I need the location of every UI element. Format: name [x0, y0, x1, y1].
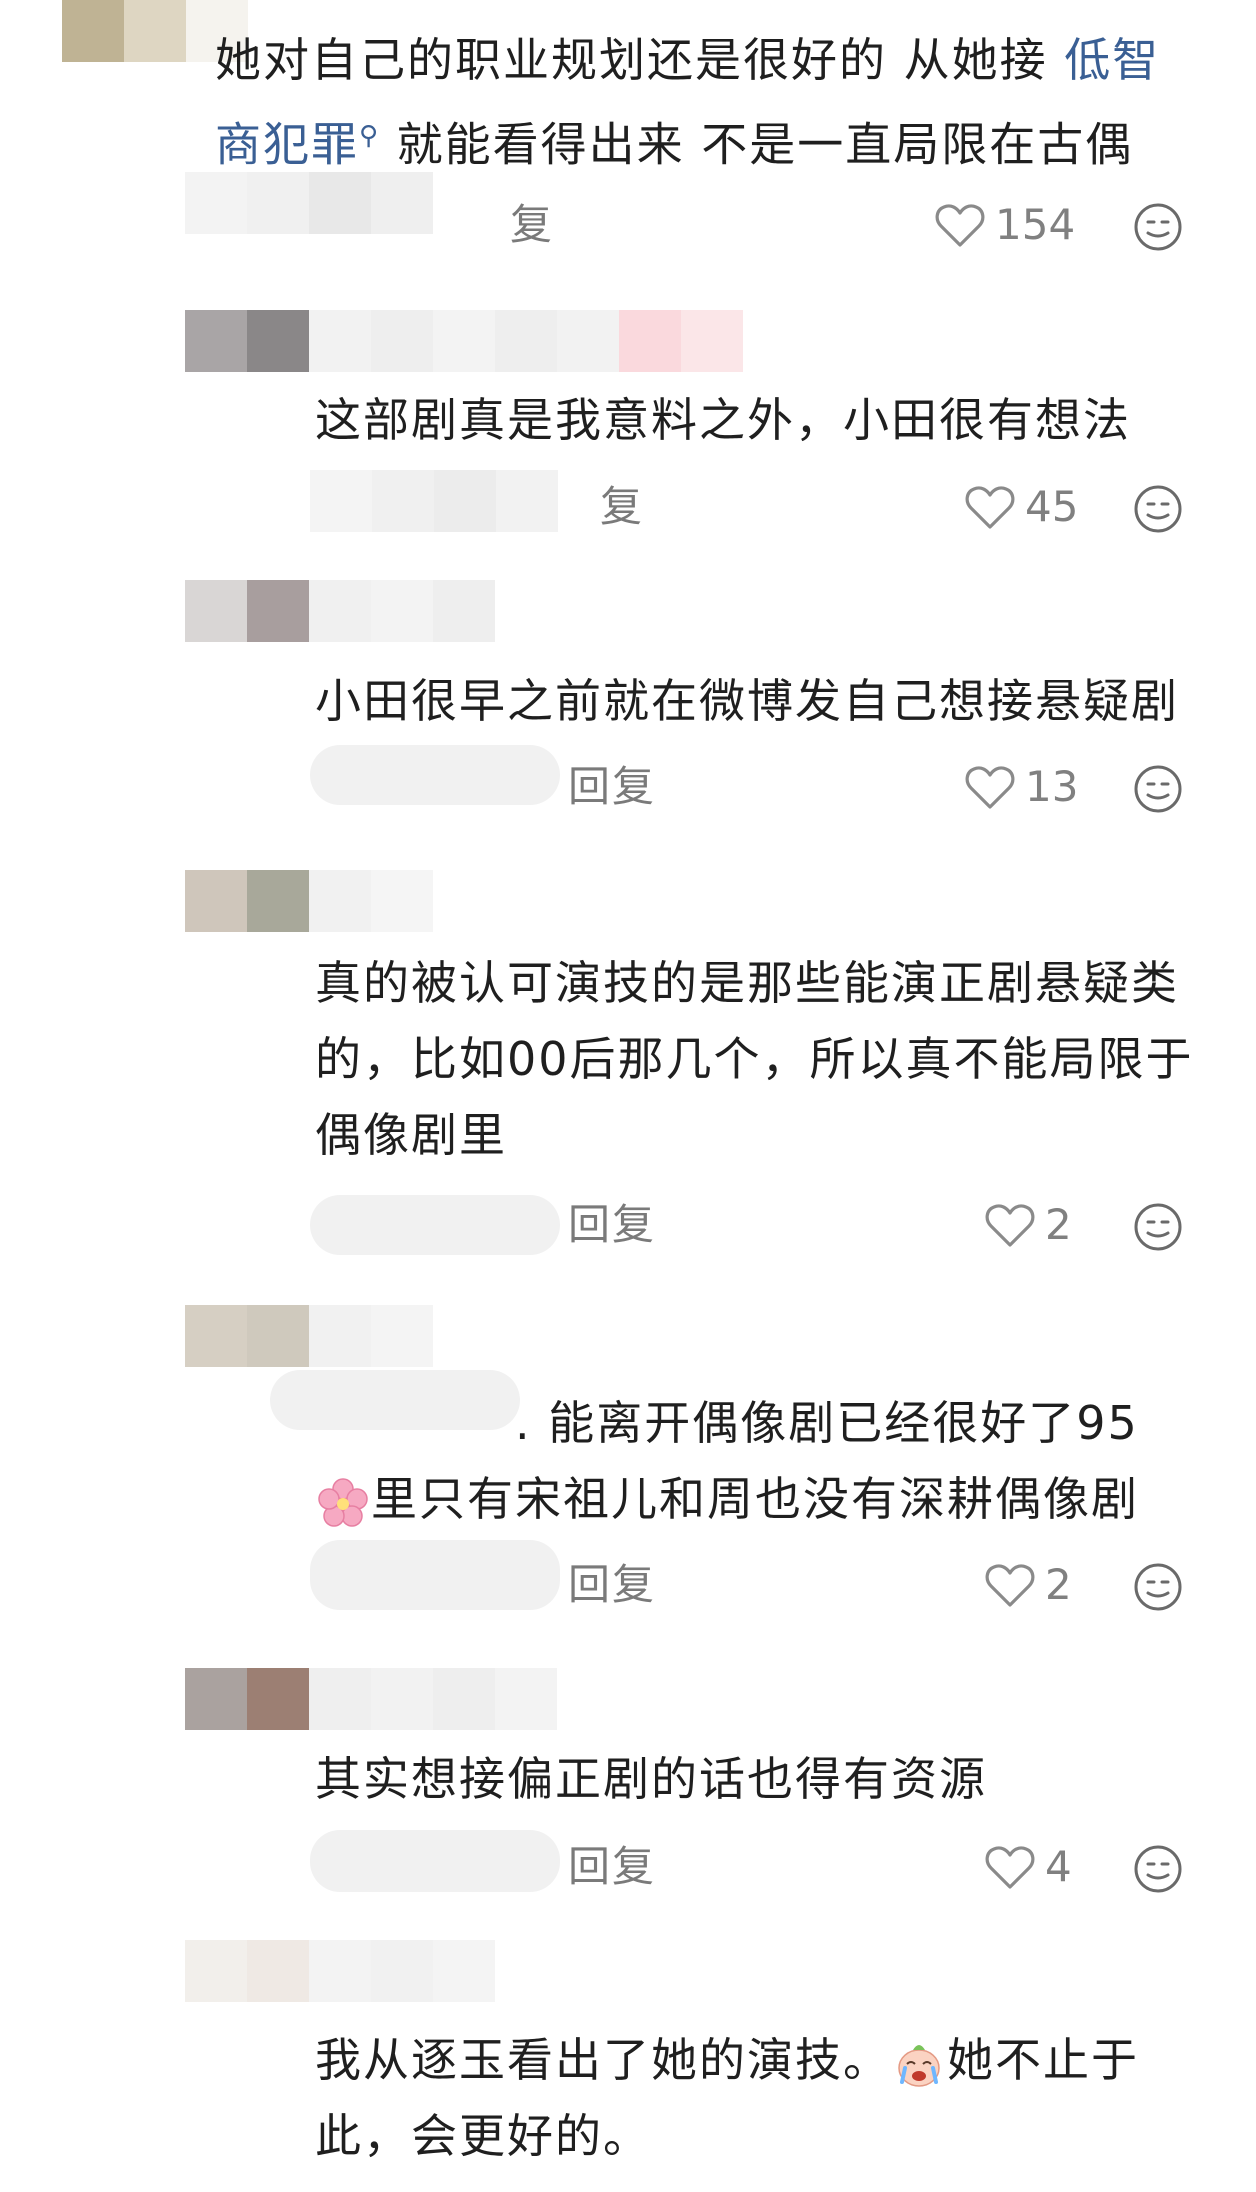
comment-text: . 能离开偶像剧已经很好了95 — [515, 1396, 1139, 1450]
search-link[interactable]: 低智 — [1064, 33, 1160, 87]
avatar[interactable] — [185, 870, 433, 932]
like-button[interactable]: 4 — [985, 1842, 1072, 1892]
username-blur — [310, 1830, 560, 1892]
reply-button[interactable]: 回复 — [568, 762, 656, 812]
like-count: 13 — [1025, 762, 1079, 811]
username-blur — [310, 1195, 560, 1255]
comment-page: 她对自己的职业规划还是很好的 从她接 低智 商犯罪⚲ 就能看得出来 不是一直局限… — [0, 0, 1256, 2192]
search-icon[interactable]: ⚲ — [359, 121, 380, 151]
username-blur — [310, 470, 558, 532]
comment-text: 商犯罪⚲ 就能看得出来 不是一直局限在古偶 — [215, 117, 1134, 172]
smile-face-icon[interactable] — [1133, 764, 1183, 814]
like-button[interactable]: 154 — [935, 200, 1075, 250]
username-blur — [310, 1540, 560, 1610]
like-button[interactable]: 13 — [965, 762, 1078, 812]
reply-button[interactable]: 复 — [600, 482, 644, 532]
smile-face-icon[interactable] — [1133, 484, 1183, 534]
heart-outline-icon — [985, 1564, 1035, 1607]
comment-text: 里只有宋祖儿和周也没有深耕偶像剧 — [315, 1461, 1139, 1537]
crying-emoji — [898, 2044, 940, 2087]
comment-text: 小田很早之前就在微博发自己想接悬疑剧 — [315, 674, 1179, 728]
heart-outline-icon — [985, 1846, 1035, 1889]
heart-outline-icon — [985, 1204, 1035, 1247]
cherry-blossom-emoji — [318, 1477, 368, 1527]
like-count: 2 — [1045, 1560, 1072, 1609]
heart-outline-icon — [965, 766, 1015, 809]
username-blur — [185, 172, 433, 234]
reply-button[interactable]: 回复 — [568, 1560, 656, 1610]
comment-text: 我从逐玉看出了她的演技。 她不止于 — [315, 2022, 1139, 2098]
username-blur — [310, 745, 560, 805]
like-count: 2 — [1045, 1200, 1072, 1249]
comment-text: 这部剧真是我意料之外，小田很有想法 — [315, 393, 1131, 447]
avatar[interactable] — [185, 1940, 495, 2002]
avatar[interactable] — [185, 310, 743, 372]
smile-face-icon[interactable] — [1133, 202, 1183, 252]
avatar[interactable] — [185, 1305, 433, 1367]
heart-outline-icon — [935, 204, 985, 247]
avatar[interactable] — [185, 1668, 557, 1730]
comment-text: 偶像剧里 — [315, 1108, 507, 1162]
smile-face-icon[interactable] — [1133, 1844, 1183, 1894]
comment-text: 真的被认可演技的是那些能演正剧悬疑类 — [315, 956, 1179, 1010]
like-button[interactable]: 2 — [985, 1200, 1072, 1250]
comment-text: 其实想接偏正剧的话也得有资源 — [315, 1752, 987, 1806]
like-count: 45 — [1025, 482, 1079, 531]
username-blur — [270, 1370, 520, 1430]
reply-button[interactable]: 回复 — [568, 1200, 656, 1250]
like-button[interactable]: 45 — [965, 482, 1078, 532]
avatar[interactable] — [185, 580, 495, 642]
search-link[interactable]: 商犯罪 — [215, 117, 359, 171]
heart-outline-icon — [965, 486, 1015, 529]
comment-text: 此，会更好的。 — [315, 2109, 651, 2163]
reply-button[interactable]: 复 — [510, 200, 554, 250]
like-button[interactable]: 2 — [985, 1560, 1072, 1610]
smile-face-icon[interactable] — [1133, 1562, 1183, 1612]
smile-face-icon[interactable] — [1133, 1202, 1183, 1252]
like-count: 154 — [995, 200, 1076, 249]
reply-button[interactable]: 回复 — [568, 1842, 656, 1892]
like-count: 4 — [1045, 1842, 1072, 1891]
comment-text: 她对自己的职业规划还是很好的 从她接 低智 — [215, 33, 1161, 87]
comment-text: 的，比如00后那几个，所以真不能局限于 — [315, 1032, 1194, 1086]
